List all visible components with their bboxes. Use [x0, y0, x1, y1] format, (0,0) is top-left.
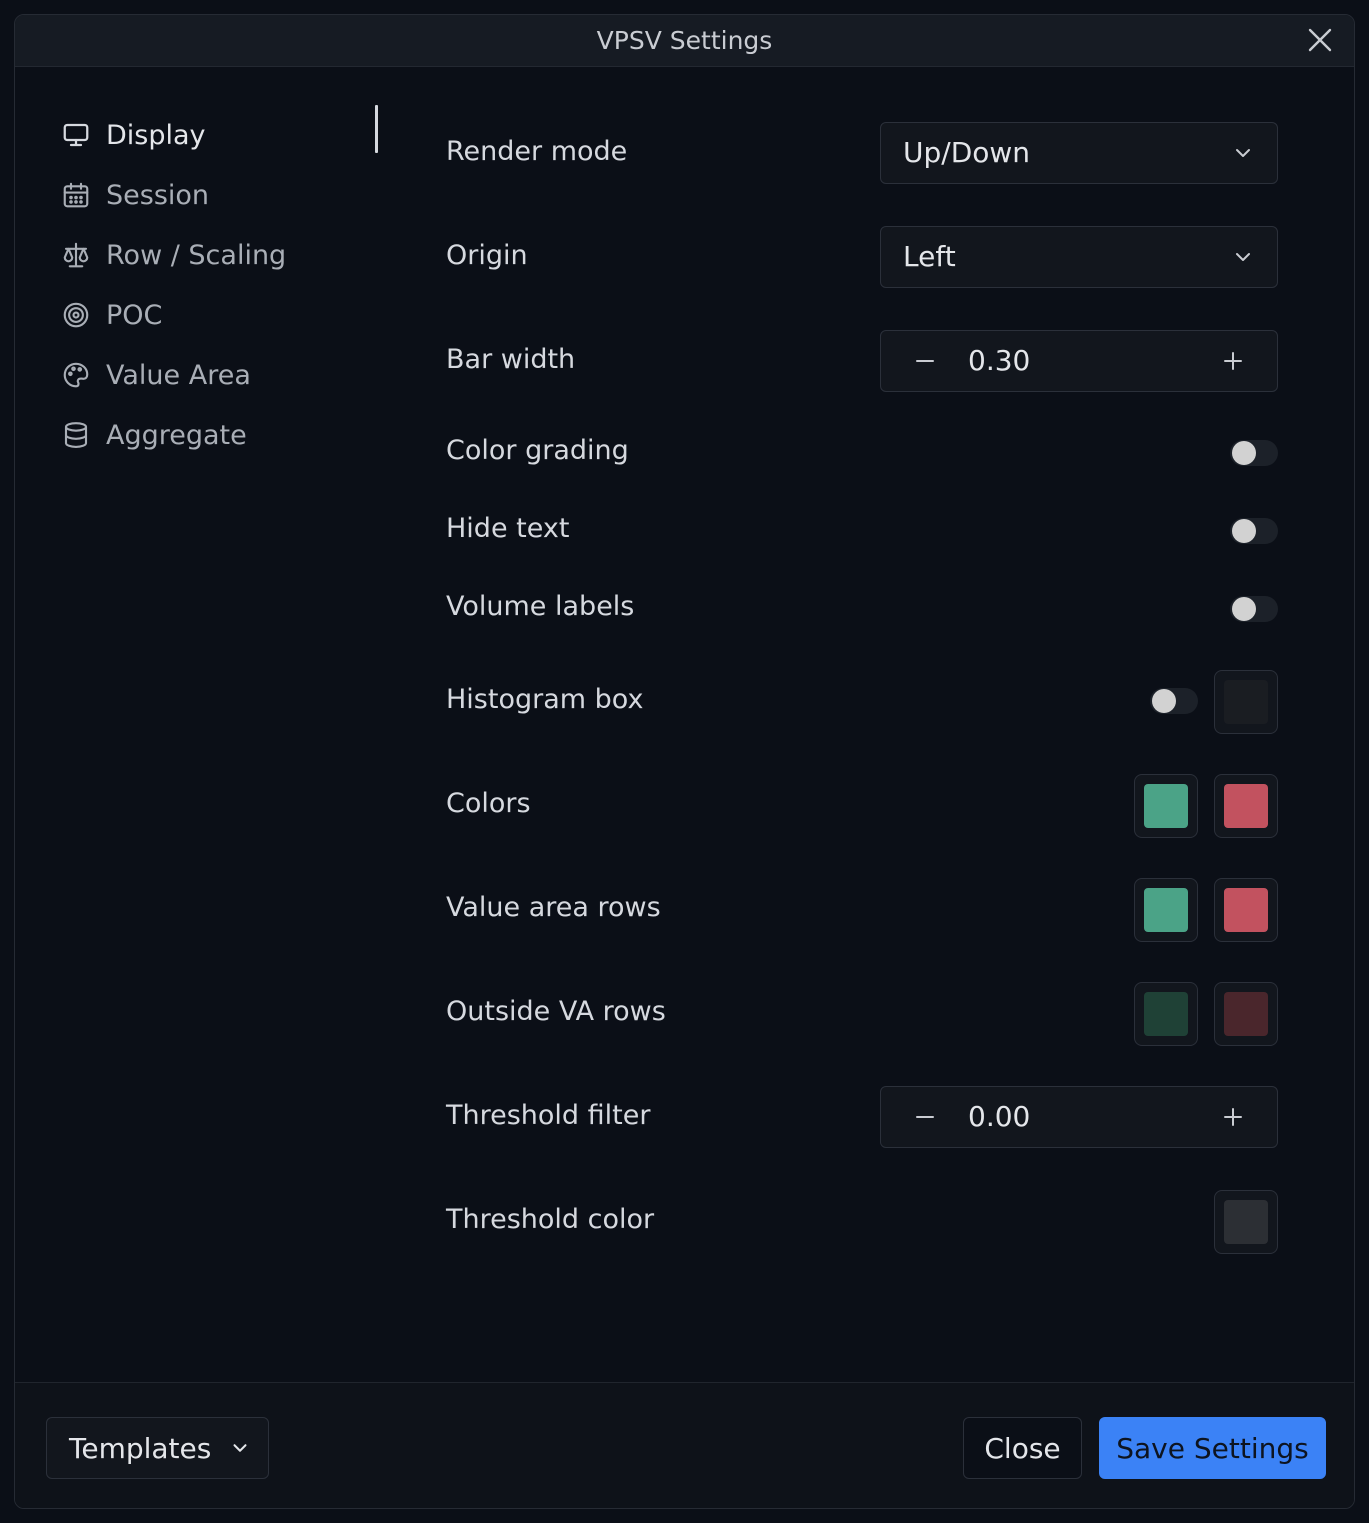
swatch-fill: [1224, 888, 1268, 932]
sidebar-item-label: POC: [106, 299, 163, 331]
decrement-button[interactable]: [895, 331, 955, 391]
outside-va-rows-label: Outside VA rows: [446, 996, 666, 1027]
monitor-icon: [59, 118, 93, 152]
settings-dialog: VPSV Settings Display Session Row / Scal…: [14, 14, 1355, 1509]
histogram-box-row: Histogram box: [446, 670, 1278, 734]
bar-width-value[interactable]: 0.30: [968, 331, 1030, 391]
threshold-color-swatch[interactable]: [1214, 1190, 1278, 1254]
swatch-fill: [1144, 888, 1188, 932]
increment-button[interactable]: [1203, 1087, 1263, 1147]
swatch-fill: [1224, 680, 1268, 724]
database-icon: [59, 418, 93, 452]
minus-icon: [916, 360, 934, 362]
sidebar-item-label: Value Area: [106, 359, 251, 391]
save-settings-button[interactable]: Save Settings: [1099, 1417, 1326, 1479]
sidebar-item-poc[interactable]: POC: [59, 285, 389, 345]
up-color-swatch[interactable]: [1134, 774, 1198, 838]
va-down-color-swatch[interactable]: [1214, 878, 1278, 942]
outside-va-rows-row: Outside VA rows: [446, 982, 1278, 1046]
hide-text-toggle[interactable]: [1230, 518, 1278, 544]
swatch-fill: [1224, 1200, 1268, 1244]
volume-labels-label: Volume labels: [446, 591, 635, 622]
plus-icon: [1224, 352, 1242, 370]
histogram-box-color-swatch[interactable]: [1214, 670, 1278, 734]
calendar-icon: [59, 178, 93, 212]
close-icon[interactable]: [1306, 26, 1334, 54]
sidebar-item-row-scaling[interactable]: Row / Scaling: [59, 225, 389, 285]
toggle-knob: [1232, 519, 1256, 543]
volume-labels-toggle[interactable]: [1230, 596, 1278, 622]
sidebar-item-aggregate[interactable]: Aggregate: [59, 405, 389, 465]
swatch-fill: [1224, 992, 1268, 1036]
hide-text-row: Hide text: [446, 513, 1278, 553]
threshold-color-row: Threshold color: [446, 1190, 1278, 1254]
sidebar-item-display[interactable]: Display: [59, 105, 389, 165]
value-area-rows-label: Value area rows: [446, 892, 661, 923]
dialog-title: VPSV Settings: [596, 26, 773, 55]
origin-label: Origin: [446, 240, 528, 271]
volume-labels-row: Volume labels: [446, 591, 1278, 631]
sidebar-item-label: Display: [106, 119, 206, 151]
sidebar-item-value-area[interactable]: Value Area: [59, 345, 389, 405]
decrement-button[interactable]: [895, 1087, 955, 1147]
color-grading-row: Color grading: [446, 435, 1278, 475]
toggle-knob: [1232, 441, 1256, 465]
settings-sidebar: Display Session Row / Scaling POC Value …: [59, 105, 389, 465]
toggle-knob: [1232, 597, 1256, 621]
toggle-knob: [1152, 689, 1176, 713]
chevron-down-icon: [1236, 149, 1250, 157]
down-color-swatch[interactable]: [1214, 774, 1278, 838]
dialog-footer: Templates Close Save Settings: [15, 1382, 1354, 1508]
render-mode-label: Render mode: [446, 136, 628, 167]
title-bar: VPSV Settings: [15, 15, 1354, 67]
bar-width-label: Bar width: [446, 344, 576, 375]
threshold-color-label: Threshold color: [446, 1204, 655, 1235]
render-mode-select[interactable]: Up/Down: [880, 122, 1278, 184]
threshold-filter-stepper: 0.00: [880, 1086, 1278, 1148]
increment-button[interactable]: [1203, 331, 1263, 391]
value-area-rows-row: Value area rows: [446, 878, 1278, 942]
target-icon: [59, 298, 93, 332]
colors-row: Colors: [446, 774, 1278, 838]
plus-icon: [1224, 1108, 1242, 1126]
close-button[interactable]: Close: [963, 1417, 1082, 1479]
active-indicator: [375, 105, 378, 153]
colors-label: Colors: [446, 788, 531, 819]
swatch-fill: [1144, 784, 1188, 828]
sidebar-item-label: Session: [106, 179, 210, 211]
swatch-fill: [1224, 784, 1268, 828]
histogram-box-label: Histogram box: [446, 684, 644, 715]
origin-row: Origin Left: [446, 226, 1278, 290]
threshold-filter-label: Threshold filter: [446, 1100, 651, 1131]
threshold-filter-value[interactable]: 0.00: [968, 1087, 1030, 1147]
hide-text-label: Hide text: [446, 513, 570, 544]
origin-select[interactable]: Left: [880, 226, 1278, 288]
sidebar-item-label: Aggregate: [106, 419, 247, 451]
swatch-fill: [1144, 992, 1188, 1036]
bar-width-stepper: 0.30: [880, 330, 1278, 392]
threshold-filter-row: Threshold filter 0.00: [446, 1086, 1278, 1150]
render-mode-value: Up/Down: [903, 136, 1031, 169]
outside-va-down-color-swatch[interactable]: [1214, 982, 1278, 1046]
render-mode-row: Render mode Up/Down: [446, 122, 1278, 186]
palette-icon: [59, 358, 93, 392]
sidebar-item-label: Row / Scaling: [106, 239, 287, 271]
sidebar-item-session[interactable]: Session: [59, 165, 389, 225]
templates-label: Templates: [69, 1431, 212, 1465]
va-up-color-swatch[interactable]: [1134, 878, 1198, 942]
scale-icon: [59, 238, 93, 272]
templates-dropdown-button[interactable]: Templates: [46, 1417, 269, 1479]
color-grading-label: Color grading: [446, 435, 629, 466]
color-grading-toggle[interactable]: [1230, 440, 1278, 466]
outside-va-up-color-swatch[interactable]: [1134, 982, 1198, 1046]
origin-value: Left: [903, 240, 956, 273]
bar-width-row: Bar width 0.30: [446, 330, 1278, 394]
minus-icon: [916, 1116, 934, 1118]
histogram-box-toggle[interactable]: [1150, 688, 1198, 714]
chevron-down-icon: [1236, 253, 1250, 261]
chevron-down-icon: [233, 1444, 247, 1452]
